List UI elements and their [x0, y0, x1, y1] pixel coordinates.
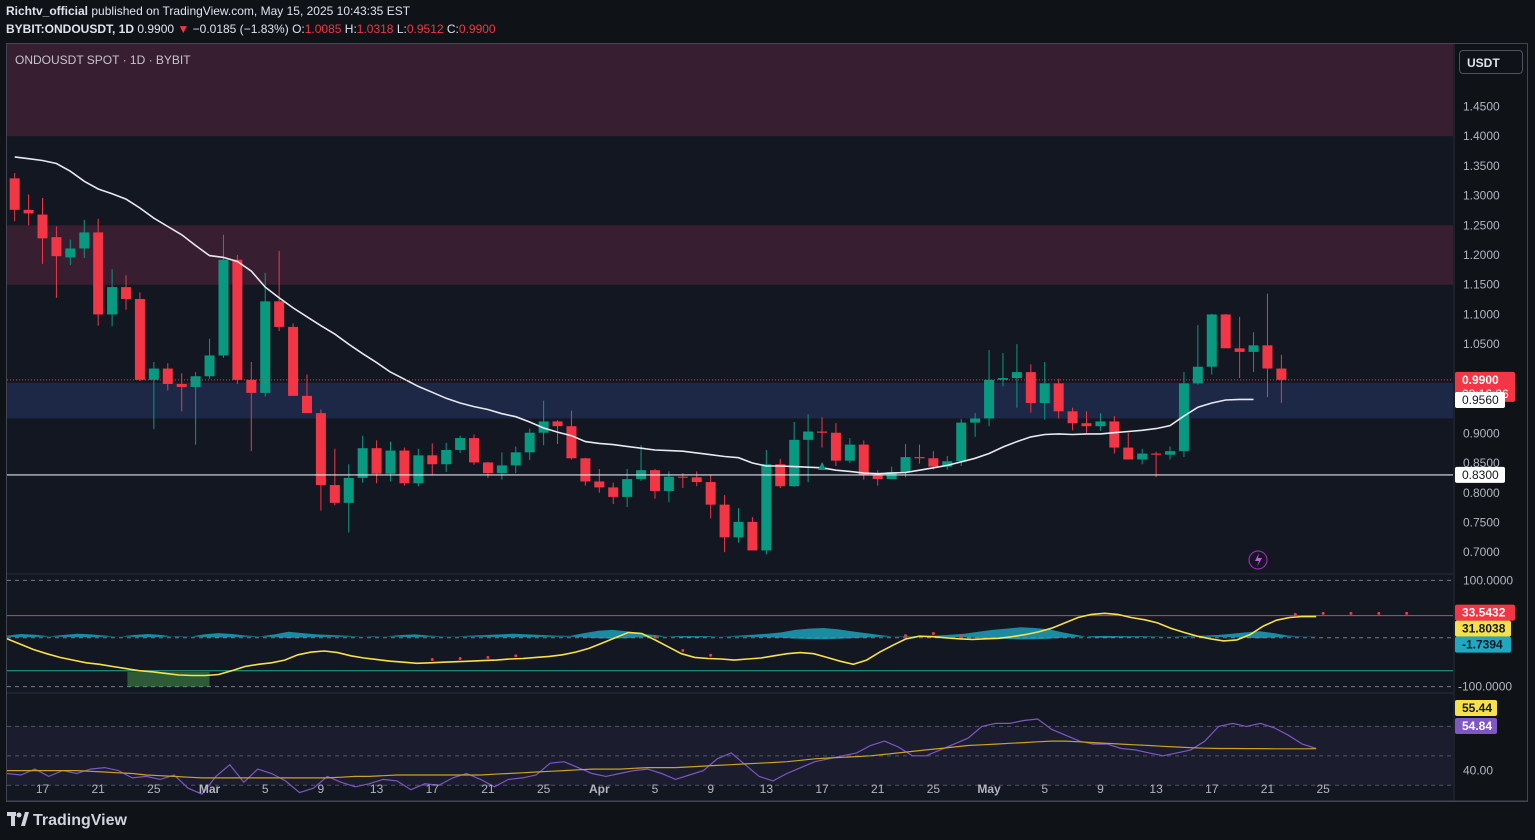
chart-legend: ONDOUSDT SPOT · 1D · BYBIT — [15, 53, 191, 67]
chart-frame — [6, 43, 1528, 802]
currency-button[interactable]: USDT — [1459, 50, 1523, 74]
tradingview-brand: TradingView — [33, 812, 127, 829]
tradingview-logo-icon — [7, 812, 29, 826]
tradingview-logo[interactable]: TradingView — [7, 812, 127, 830]
